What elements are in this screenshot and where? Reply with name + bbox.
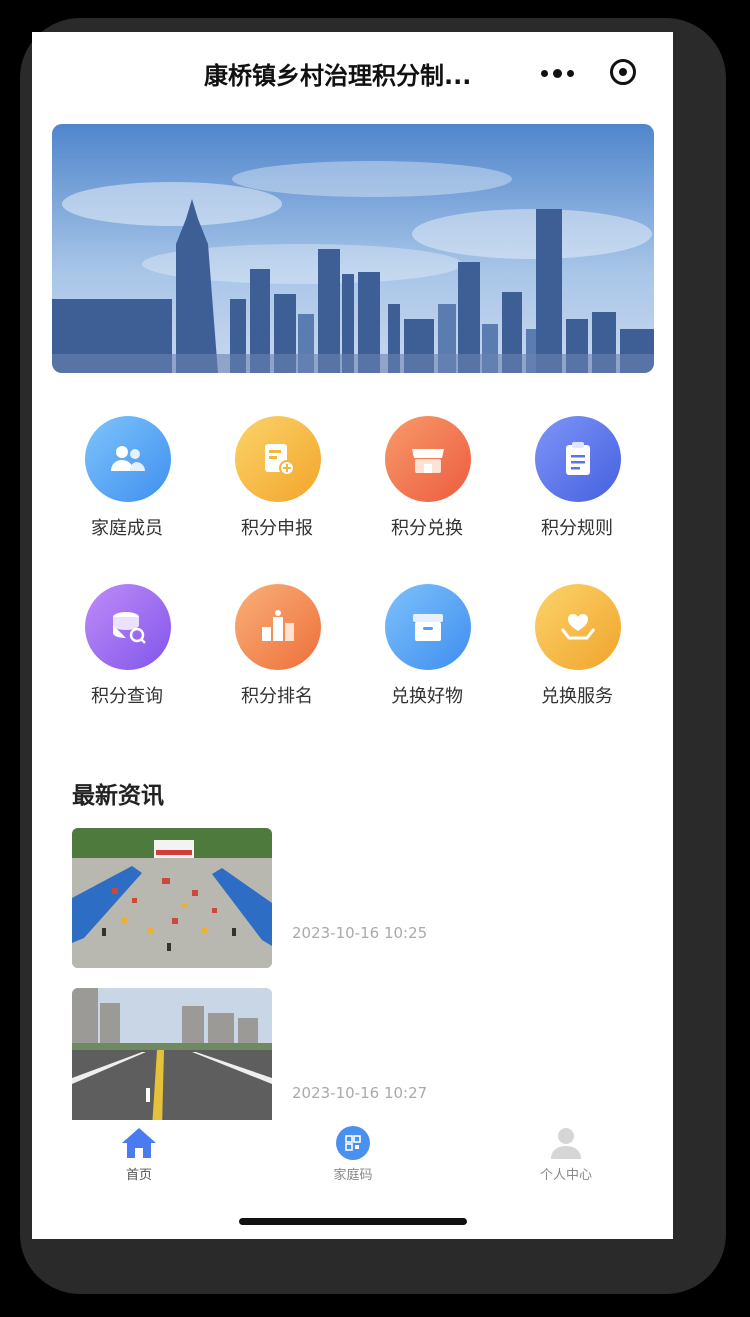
- home-indicator: [239, 1218, 467, 1225]
- grid-label: 兑换好物: [391, 686, 463, 707]
- family-members-icon: [85, 416, 171, 502]
- grid-label: 积分兑换: [391, 518, 463, 539]
- grid-label: 兑换服务: [541, 686, 613, 707]
- app-screen: 康桥镇乡村治理积分制... 家庭成员 积分申报 积分兑换 积分规则 积分查询 积…: [32, 32, 673, 1239]
- news-thumbnail-road: [72, 988, 272, 1128]
- points-declare-icon: [235, 416, 321, 502]
- exchange-goods-icon: [385, 584, 471, 670]
- banner-image: [52, 124, 654, 373]
- news-time: 2023-10-16 10:27: [292, 1084, 428, 1102]
- grid-item-points-exchange[interactable]: 积分兑换: [352, 416, 502, 546]
- page-title: 康桥镇乡村治理积分制...: [204, 62, 472, 90]
- grid-label: 家庭成员: [91, 518, 163, 539]
- news-item[interactable]: 2023-10-16 10:27: [72, 988, 632, 1128]
- points-rules-icon: [535, 416, 621, 502]
- grid-label: 积分规则: [541, 518, 613, 539]
- news-thumbnail-market-event: [72, 828, 272, 968]
- tab-label: 家庭码: [333, 1168, 373, 1183]
- points-query-icon: [85, 584, 171, 670]
- exchange-service-icon: [535, 584, 621, 670]
- family-qrcode-icon: [336, 1126, 370, 1160]
- tab-label: 个人中心: [539, 1168, 592, 1183]
- navigation-bar: 康桥镇乡村治理积分制...: [32, 32, 673, 116]
- more-menu-icon[interactable]: [537, 58, 577, 88]
- grid-item-exchange-goods[interactable]: 兑换好物: [352, 584, 502, 714]
- points-ranking-icon: [235, 584, 321, 670]
- home-icon: [122, 1128, 156, 1158]
- bottom-tab-bar: 首页 家庭码 个人中心: [32, 1120, 673, 1239]
- tab-home[interactable]: 首页: [79, 1126, 199, 1186]
- grid-label: 积分申报: [241, 518, 313, 539]
- user-center-icon: [551, 1128, 581, 1159]
- tab-family-qrcode[interactable]: 家庭码: [293, 1126, 413, 1186]
- tab-user-center[interactable]: 个人中心: [506, 1126, 626, 1186]
- news-section-title: 最新资讯: [72, 783, 164, 809]
- grid-item-points-query[interactable]: 积分查询: [52, 584, 202, 714]
- grid-item-exchange-service[interactable]: 兑换服务: [502, 584, 652, 714]
- grid-label: 积分排名: [241, 686, 313, 707]
- grid-item-family-members[interactable]: 家庭成员: [52, 416, 202, 546]
- news-time: 2023-10-16 10:25: [292, 924, 428, 942]
- close-miniprogram-icon[interactable]: [610, 59, 636, 85]
- points-exchange-store-icon: [385, 416, 471, 502]
- tab-label: 首页: [125, 1168, 152, 1183]
- news-item[interactable]: 2023-10-16 10:25: [72, 828, 632, 968]
- grid-label: 积分查询: [91, 686, 163, 707]
- grid-item-points-declare[interactable]: 积分申报: [202, 416, 352, 546]
- grid-item-points-ranking[interactable]: 积分排名: [202, 584, 352, 714]
- grid-item-points-rules[interactable]: 积分规则: [502, 416, 652, 546]
